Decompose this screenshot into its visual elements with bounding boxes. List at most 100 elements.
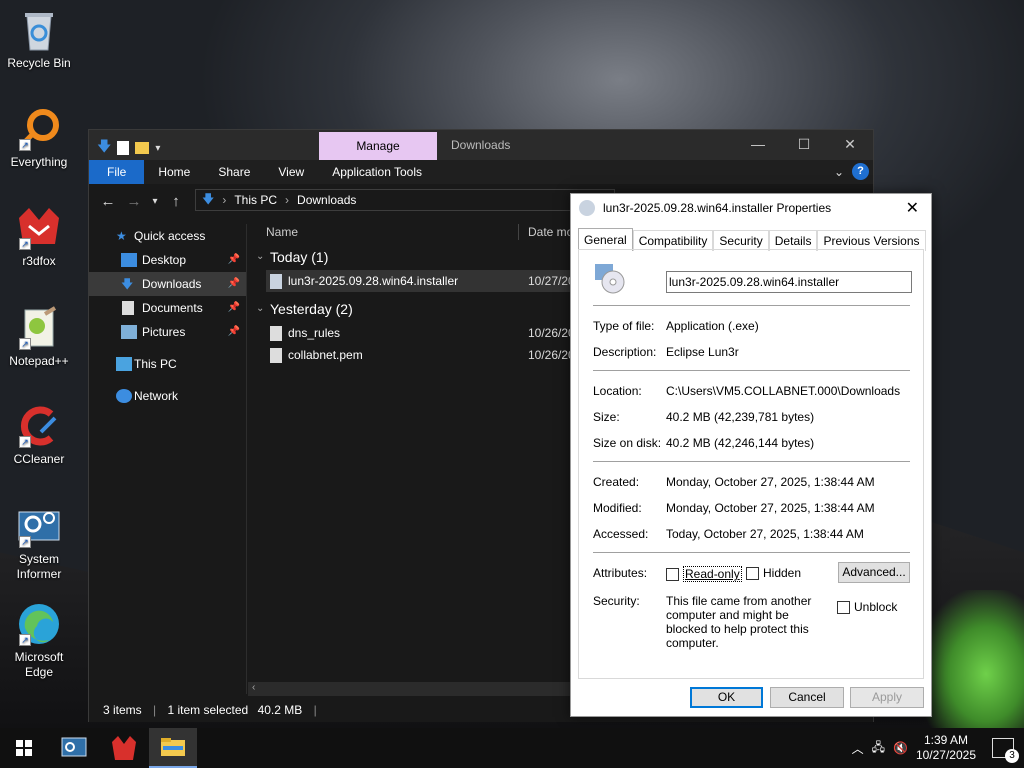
sidebar-item-label: Pictures — [142, 325, 186, 339]
dialog-tabs: General Compatibility Security Details P… — [578, 228, 926, 251]
folder-icon[interactable] — [135, 142, 150, 154]
system-informer-icon: ↗ — [15, 502, 63, 550]
network-icon[interactable]: 🖧 — [872, 738, 885, 759]
pin-icon[interactable]: 📌 — [228, 272, 240, 296]
tab-compatibility[interactable]: Compatibility — [632, 230, 714, 251]
tab-home[interactable]: Home — [144, 160, 204, 184]
address-bar[interactable]: 🡇 › This PC › Downloads — [195, 189, 615, 211]
column-header-date[interactable]: Date mo — [528, 220, 573, 244]
label-description: Description: — [593, 345, 657, 359]
close-icon[interactable]: ✕ — [827, 130, 873, 160]
recent-locations-icon[interactable]: ▾ — [147, 196, 163, 207]
status-selected: 1 item selected — [167, 703, 249, 717]
back-icon[interactable]: ← — [95, 193, 121, 210]
sidebar-item-documents[interactable]: Documents 📌 — [89, 296, 246, 320]
download-arrow-icon: 🡇 — [202, 191, 215, 206]
notification-count: 3 — [1005, 749, 1019, 763]
maximize-icon[interactable]: ☐ — [781, 130, 827, 160]
sidebar-item-downloads[interactable]: 🡇 Downloads 📌 — [89, 272, 246, 296]
file-date: 10/26/20 — [528, 326, 575, 340]
pin-icon[interactable]: 📌 — [228, 248, 240, 272]
sidebar-item-pictures[interactable]: Pictures 📌 — [89, 320, 246, 344]
group-label: Yesterday (2) — [270, 301, 353, 317]
breadcrumb-separator-icon: › — [285, 193, 290, 207]
sidebar-item-desktop[interactable]: Desktop 📌 — [89, 248, 246, 272]
value-location: C:\Users\VM5.COLLABNET.000\Downloads — [666, 384, 901, 398]
r3dfox-icon — [112, 736, 136, 760]
file-date: 10/26/20 — [528, 348, 575, 362]
ok-button[interactable]: OK — [690, 687, 763, 708]
breadcrumb-downloads[interactable]: Downloads — [297, 193, 356, 207]
value-accessed: Today, October 27, 2025, 1:38:44 AM — [666, 527, 864, 541]
customize-toolbar-icon[interactable]: ▾ — [155, 143, 160, 154]
forward-icon[interactable]: → — [121, 193, 147, 210]
desktop-icon-everything[interactable]: ↗ Everything — [4, 105, 74, 170]
start-button[interactable] — [0, 728, 48, 768]
taskbar-file-explorer[interactable] — [149, 728, 197, 768]
expand-ribbon-icon[interactable]: ⌄ — [834, 165, 844, 179]
tab-manage[interactable]: Manage — [319, 132, 437, 160]
desktop-icon-ccleaner[interactable]: ↗ CCleaner — [4, 402, 74, 467]
breadcrumb-this-pc[interactable]: This PC — [234, 193, 277, 207]
clock[interactable]: 1:39 AM 10/27/2025 — [916, 733, 976, 763]
divider — [593, 552, 910, 553]
chevron-up-icon[interactable]: ︿ — [852, 740, 864, 757]
sidebar-item-network[interactable]: Network — [89, 384, 246, 408]
tab-previous-versions[interactable]: Previous Versions — [817, 230, 926, 251]
properties-icon[interactable] — [117, 141, 130, 155]
notification-center-icon[interactable]: 3 — [992, 738, 1019, 763]
apply-button[interactable]: Apply — [850, 687, 924, 708]
tab-share[interactable]: Share — [204, 160, 264, 184]
volume-muted-icon[interactable]: 🔇 — [893, 741, 908, 755]
sidebar-item-this-pc[interactable]: This PC — [89, 352, 246, 376]
checkbox-box[interactable] — [666, 567, 679, 581]
desktop-icon-label: System Informer — [16, 552, 62, 581]
taskbar-r3dfox[interactable] — [100, 728, 148, 768]
checkbox-box[interactable] — [837, 600, 850, 614]
value-type: Application (.exe) — [666, 319, 759, 333]
desktop-icon-notepadpp[interactable]: ↗ Notepad++ — [4, 304, 74, 369]
checkbox-box[interactable] — [746, 566, 759, 580]
taskbar-system-informer[interactable] — [50, 728, 98, 768]
unblock-checkbox[interactable]: Unblock — [837, 600, 897, 614]
column-header-name[interactable]: Name — [266, 220, 298, 244]
value-modified: Monday, October 27, 2025, 1:38:44 AM — [666, 501, 875, 515]
edge-icon: ↗ — [15, 600, 63, 648]
tab-general[interactable]: General — [578, 228, 633, 251]
window-title: Downloads — [451, 138, 511, 152]
label-modified: Modified: — [593, 501, 642, 515]
desktop-icon-system-informer[interactable]: ↗ System Informer — [4, 502, 74, 582]
taskbar: ︿ 🖧 🔇 1:39 AM 10/27/2025 3 — [0, 728, 1024, 768]
sidebar-item-label: This PC — [134, 357, 177, 371]
scroll-left-icon[interactable]: ‹ — [252, 682, 255, 693]
readonly-checkbox[interactable]: Read-only — [666, 566, 742, 582]
desktop-icon-label: Everything — [10, 155, 68, 169]
clock-time: 1:39 AM — [923, 733, 968, 747]
sidebar-item-quick-access[interactable]: ★ Quick access — [89, 224, 246, 248]
help-icon[interactable]: ? — [852, 163, 869, 180]
cancel-button[interactable]: Cancel — [770, 687, 844, 708]
desktop-icon-r3dfox[interactable]: ↗ r3dfox — [4, 204, 74, 269]
advanced-button[interactable]: Advanced... — [838, 562, 910, 583]
tab-details[interactable]: Details — [768, 230, 818, 251]
installer-file-icon — [270, 274, 282, 289]
desktop-icon-recycle-bin[interactable]: Recycle Bin — [4, 6, 74, 71]
recycle-bin-icon — [15, 6, 63, 54]
close-icon[interactable]: ✕ — [906, 198, 919, 218]
minimize-icon[interactable]: — — [735, 130, 781, 160]
breadcrumb-separator-icon: › — [222, 193, 227, 207]
tab-view[interactable]: View — [264, 160, 318, 184]
tab-file[interactable]: File — [89, 160, 145, 184]
pin-icon[interactable]: 📌 — [228, 296, 240, 320]
download-arrow-icon: 🡇 — [97, 138, 112, 154]
up-icon[interactable]: ↑ — [163, 193, 189, 210]
tab-application-tools[interactable]: Application Tools — [318, 160, 436, 184]
pin-icon[interactable]: 📌 — [228, 320, 240, 344]
column-divider[interactable] — [518, 224, 519, 240]
hidden-checkbox[interactable]: Hidden — [746, 566, 801, 580]
tab-security[interactable]: Security — [713, 230, 769, 251]
value-size-on-disk: 40.2 MB (42,246,144 bytes) — [666, 436, 815, 450]
ccleaner-icon: ↗ — [15, 402, 63, 450]
desktop-icon-edge[interactable]: ↗ Microsoft Edge — [4, 600, 74, 680]
filename-field[interactable]: lun3r-2025.09.28.win64.installer — [666, 271, 912, 293]
